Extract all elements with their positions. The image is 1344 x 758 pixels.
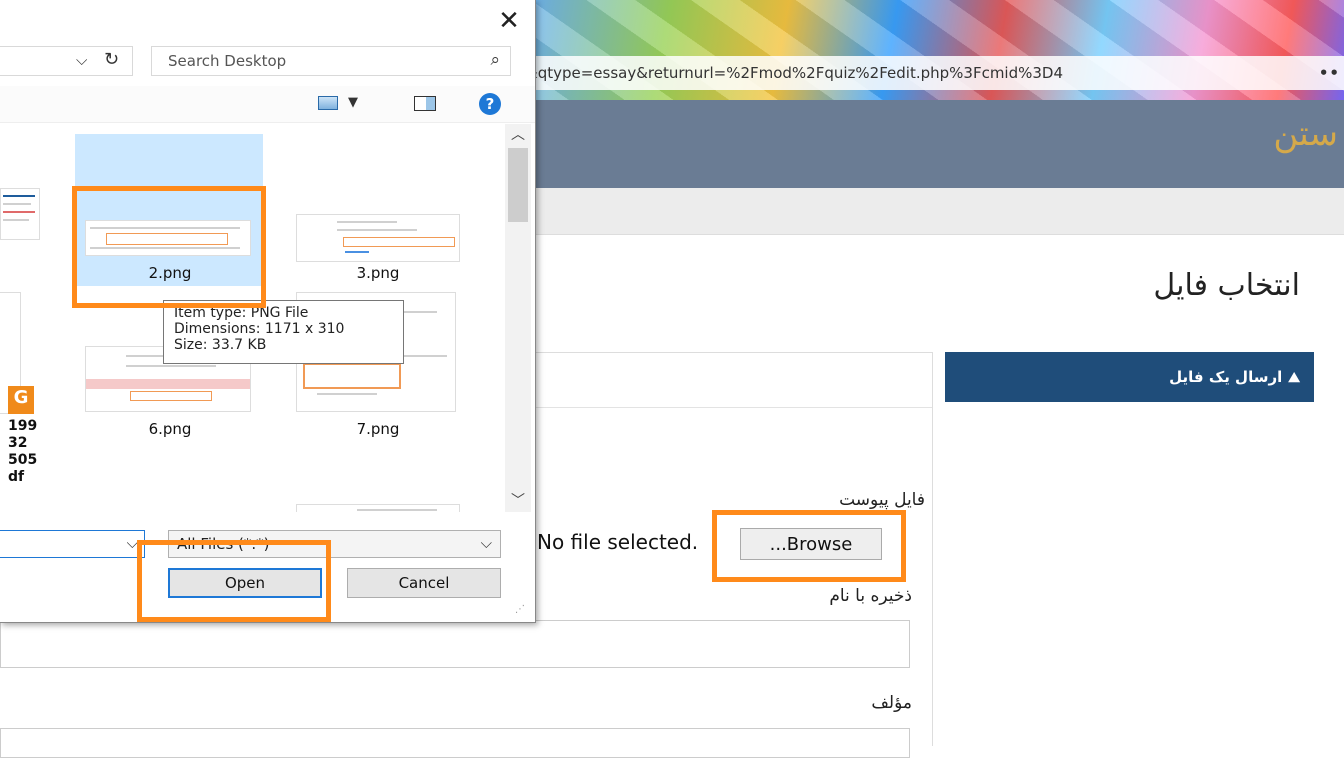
save-as-input[interactable] (0, 620, 910, 668)
page-title: انتخاب فایل (1153, 268, 1300, 303)
address-url[interactable]: &qtype=essay&returnurl=%2Fmod%2Fquiz%2Fe… (526, 56, 1063, 90)
author-input[interactable] (0, 728, 910, 758)
file-name[interactable]: 7.png (318, 420, 438, 438)
open-file-dialog: ✕ ⌵ ↻ Search Desktop ⌕ ▼ ? G 199 32 505 … (0, 0, 536, 623)
tooltip-dimensions: Dimensions: 1171 x 310 (174, 321, 345, 337)
cut-filename-line: 505 (8, 452, 38, 468)
open-button[interactable]: Open (168, 568, 322, 598)
partial-thumbnail[interactable] (296, 504, 460, 512)
address-bar[interactable]: &qtype=essay&returnurl=%2Fmod%2Fquiz%2Fe… (520, 56, 1344, 90)
address-path[interactable]: ⌵ ↻ (0, 46, 133, 76)
change-view-icon[interactable] (318, 96, 338, 110)
vertical-scrollbar[interactable]: ︿ ﹀ (505, 124, 531, 512)
upload-file-label: ارسال یک فایل (1169, 368, 1283, 386)
site-header: ستن (520, 100, 1344, 188)
search-icon[interactable]: ⌕ (490, 50, 500, 70)
cut-filename-line: 199 (8, 418, 38, 434)
chevron-down-icon[interactable]: ⌵ (481, 534, 492, 552)
chevron-down-icon[interactable]: ⌵ (76, 51, 87, 69)
resize-grip-icon[interactable]: ⋰ (515, 604, 526, 615)
file-name[interactable]: 2.png (110, 264, 230, 282)
attachment-label: فایل پیوست (839, 490, 925, 510)
site-logo: ستن (1273, 114, 1338, 154)
close-icon[interactable]: ✕ (494, 6, 524, 36)
file-name-input[interactable]: ⌵ (0, 530, 145, 558)
cut-filename-line: df (8, 469, 25, 485)
scroll-down-icon[interactable]: ﹀ (505, 490, 531, 512)
tooltip-type: Item type: PNG File (174, 305, 309, 321)
file-name[interactable]: 6.png (110, 420, 230, 438)
no-file-text: No file selected. (537, 530, 699, 554)
more-icon[interactable]: •• (1319, 56, 1340, 90)
pdf-file-icon[interactable]: G (8, 386, 34, 414)
file-name[interactable]: 3.png (318, 264, 438, 282)
help-icon[interactable]: ? (479, 93, 501, 115)
preview-pane-icon[interactable] (414, 96, 436, 111)
browse-button[interactable]: ...Browse (740, 528, 882, 560)
chevron-down-icon[interactable]: ⌵ (127, 534, 138, 552)
scrollbar-thumb[interactable] (508, 148, 528, 222)
file-list: G 199 32 505 df 2.png 3.png 6.png 7.png … (0, 124, 505, 512)
search-input[interactable]: Search Desktop ⌕ (151, 46, 511, 76)
cancel-button[interactable]: Cancel (347, 568, 501, 598)
file-thumbnail[interactable] (296, 214, 460, 262)
upload-file-button[interactable]: ارسال یک فایل ⛰ (945, 352, 1314, 402)
file-type-value: All Files (*.*) (177, 535, 270, 553)
file-tooltip: Item type: PNG File Dimensions: 1171 x 3… (163, 300, 404, 364)
view-dropdown-icon[interactable]: ▼ (348, 95, 358, 110)
tooltip-size: Size: 33.7 KB (174, 337, 267, 353)
cut-filename-line: 32 (8, 435, 28, 451)
search-placeholder: Search Desktop (168, 52, 287, 70)
upload-icon: ⛰ (1288, 370, 1300, 386)
site-subbar (520, 188, 1344, 235)
scroll-up-icon[interactable]: ︿ (505, 124, 531, 146)
save-as-label: ذخیره با نام (829, 586, 912, 606)
refresh-icon[interactable]: ↻ (104, 49, 119, 70)
file-type-select[interactable]: All Files (*.*) ⌵ (168, 530, 501, 558)
author-label: مؤلف (871, 693, 912, 713)
partial-thumbnail[interactable] (0, 188, 40, 240)
dialog-toolbar: ▼ ? (0, 86, 535, 123)
file-thumbnail[interactable] (85, 220, 251, 256)
